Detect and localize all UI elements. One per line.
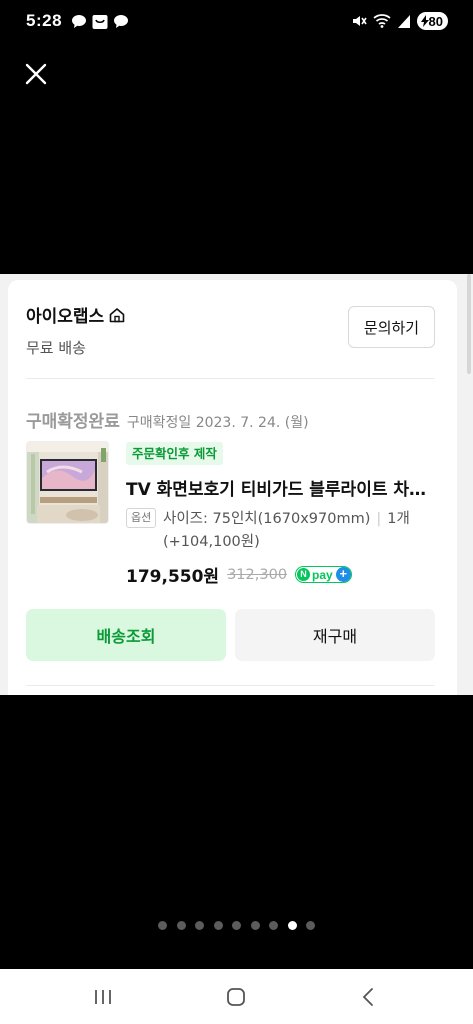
battery-level: 80 [428, 13, 443, 29]
smile-bag-icon [92, 15, 108, 29]
option-text: 사이즈: 75인치(1670x970mm) | 1개 (+104,100원) [163, 508, 435, 554]
page-indicator [0, 921, 473, 930]
page-dot[interactable] [213, 921, 223, 930]
order-sheet: 아이오랩스 무료 배송 문의하기 구매확정완료 구매확정일 2023. 7. 2… [0, 274, 473, 695]
notification-icons [70, 13, 130, 30]
page-dot[interactable] [195, 921, 204, 930]
order-status-row: 구매확정완료 구매확정일 2023. 7. 24. (월) [26, 407, 309, 432]
page-dot[interactable] [250, 921, 260, 930]
npay-plus-badge: N pay + [295, 566, 352, 583]
mute-icon [352, 16, 367, 26]
sale-price: 179,550원 [126, 567, 220, 587]
back-icon[interactable] [348, 982, 388, 1012]
system-indicators: 80 [351, 12, 448, 30]
page-dot[interactable] [158, 921, 167, 930]
divider [26, 378, 435, 379]
page-dot[interactable] [176, 921, 186, 930]
chat-bubble-icon [72, 15, 86, 28]
status-bar: 5:28 80 [0, 0, 473, 44]
store-name[interactable]: 아이오랩스 [26, 302, 104, 327]
page-dot[interactable] [269, 921, 278, 930]
track-delivery-button[interactable]: 배송조회 [26, 609, 226, 661]
rebuy-button[interactable]: 재구매 [235, 609, 435, 661]
product-thumbnail[interactable] [26, 441, 109, 524]
confirm-date: 구매확정일 2023. 7. 24. (월) [126, 415, 309, 431]
option-size: 사이즈: 75인치(1670x970mm) [163, 511, 371, 527]
shipping-info: 무료 배송 [26, 339, 86, 357]
divider [26, 685, 435, 686]
price-row: 179,550원 312,300 N pay + [126, 562, 352, 587]
signal-icon [397, 15, 410, 28]
page-dot-active[interactable] [287, 921, 297, 930]
plus-icon: + [335, 567, 351, 582]
close-icon[interactable] [22, 60, 50, 88]
product-title[interactable]: TV 화면보호기 티비가드 블루라이트 차단… [126, 475, 436, 500]
made-to-order-badge: 주문확인후 제작 [126, 442, 223, 465]
home-icon[interactable] [216, 982, 256, 1012]
navigation-bar [0, 969, 473, 1024]
chat-bubble-icon [114, 15, 128, 28]
scrollbar[interactable] [467, 274, 471, 374]
page-dot[interactable] [232, 921, 241, 930]
original-price: 312,300 [227, 566, 288, 583]
page-dot[interactable] [306, 921, 315, 930]
option-tag: 옵션 [126, 508, 157, 528]
battery-charging-icon: 80 [416, 12, 448, 30]
status-time: 5:28 [26, 11, 63, 30]
npay-n-icon: N [297, 568, 311, 581]
npay-label: pay [312, 567, 333, 582]
store-header: 아이오랩스 [26, 302, 126, 327]
recent-apps-icon[interactable] [83, 982, 123, 1012]
order-card: 아이오랩스 무료 배송 문의하기 구매확정완료 구매확정일 2023. 7. 2… [8, 280, 457, 695]
wifi-icon [372, 14, 391, 28]
store-home-icon[interactable] [108, 306, 126, 324]
option-separator: | [376, 511, 382, 527]
inquiry-button[interactable]: 문의하기 [348, 306, 435, 348]
order-status: 구매확정완료 [26, 412, 120, 432]
